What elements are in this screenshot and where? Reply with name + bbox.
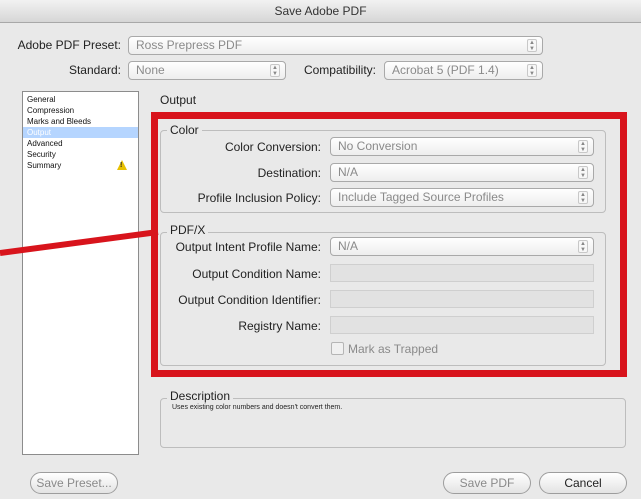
description-text: Uses existing color numbers and doesn't … xyxy=(172,404,343,411)
category-sidebar: General Compression Marks and Bleeds Out… xyxy=(22,91,139,455)
sidebar-item-general[interactable]: General xyxy=(23,94,138,105)
standard-label: Standard: xyxy=(68,63,121,77)
sidebar-item-label: Output xyxy=(27,128,52,137)
sidebar-item-compression[interactable]: Compression xyxy=(23,105,138,116)
standard-value: None xyxy=(136,63,165,77)
sidebar-item-security[interactable]: Security xyxy=(23,149,138,160)
sidebar-item-marks-and-bleeds[interactable]: Marks and Bleeds xyxy=(23,116,138,127)
warning-triangle-icon: ! xyxy=(117,160,127,170)
window-title-bar: Save Adobe PDF xyxy=(0,0,641,23)
sidebar-item-label: Security xyxy=(27,150,56,159)
preset-value: Ross Prepress PDF xyxy=(136,38,243,52)
preset-select[interactable]: Ross Prepress PDF ▲ ▼ xyxy=(128,36,543,55)
compatibility-select[interactable]: Acrobat 5 (PDF 1.4) ▲ ▼ xyxy=(384,61,543,80)
highlight-frame xyxy=(151,112,627,377)
stepper-arrows-icon: ▲ ▼ xyxy=(527,39,537,52)
save-preset-button[interactable]: Save Preset... xyxy=(30,472,118,494)
sidebar-item-label: Compression xyxy=(27,106,75,115)
sidebar-item-output[interactable]: Output xyxy=(23,127,138,138)
compatibility-label: Compatibility: xyxy=(303,63,376,77)
sidebar-item-advanced[interactable]: Advanced xyxy=(23,138,138,149)
window-title: Save Adobe PDF xyxy=(274,4,367,18)
sidebar-list: General Compression Marks and Bleeds Out… xyxy=(23,92,138,171)
preset-label: Adobe PDF Preset: xyxy=(17,38,121,52)
compatibility-value: Acrobat 5 (PDF 1.4) xyxy=(392,63,499,77)
save-pdf-button[interactable]: Save PDF xyxy=(443,472,531,494)
cancel-button[interactable]: Cancel xyxy=(539,472,627,494)
sidebar-item-label: Marks and Bleeds xyxy=(27,117,92,126)
section-title: Output xyxy=(160,93,197,107)
stepper-arrows-icon: ▲ ▼ xyxy=(270,64,280,77)
sidebar-item-label: General xyxy=(27,95,56,104)
sidebar-item-label: Advanced xyxy=(27,139,63,148)
stepper-arrows-icon: ▲ ▼ xyxy=(527,64,537,77)
standard-select[interactable]: None ▲ ▼ xyxy=(128,61,286,80)
description-title: Description xyxy=(167,390,234,402)
sidebar-item-summary[interactable]: Summary ! xyxy=(23,160,138,171)
sidebar-item-label: Summary xyxy=(27,161,62,170)
